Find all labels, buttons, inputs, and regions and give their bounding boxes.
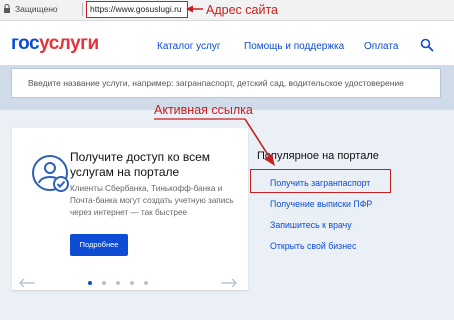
page: Защищено https://www.gosuslugi.ru госусл… — [0, 0, 454, 320]
popular-link-business[interactable]: Открыть свой бизнес — [270, 241, 356, 251]
promo-card: Получите доступ ко всем услугам на порта… — [12, 128, 248, 290]
promo-title: Получите доступ ко всем услугам на порта… — [70, 150, 211, 179]
carousel-next-arrow-icon[interactable] — [220, 277, 238, 289]
lock-icon — [4, 4, 10, 13]
logo-part-gos: гос — [11, 33, 40, 54]
site-header: госуслуги Каталог услуг Помощь и поддерж… — [0, 21, 454, 65]
url-text: https://www.gosuslugi.ru — [90, 4, 182, 14]
popular-link-pfr[interactable]: Получение выписки ПФР — [270, 199, 372, 209]
carousel-dot[interactable] — [116, 281, 120, 285]
search-placeholder: Введите название услуги, например: загра… — [28, 78, 404, 88]
secure-label: Защищено — [15, 4, 58, 14]
nav-payment-link[interactable]: Оплата — [364, 41, 398, 52]
promo-text: Клиенты Сбербанка, Тинькофф-банка и Почт… — [70, 184, 234, 217]
active-link-highlight-box — [250, 169, 391, 193]
address-annotation-label: Адрес сайта — [206, 3, 278, 17]
carousel-dot[interactable] — [144, 281, 148, 285]
user-check-icon — [32, 155, 69, 192]
url-field[interactable]: https://www.gosuslugi.ru — [86, 1, 188, 18]
site-logo[interactable]: госуслуги — [11, 33, 99, 55]
popular-link-doctor[interactable]: Запишитесь к врачу — [270, 220, 352, 230]
nav-help-link[interactable]: Помощь и поддержка — [244, 41, 344, 52]
popular-title: Популярное на портале — [257, 150, 379, 162]
search-icon[interactable] — [420, 38, 434, 52]
logo-part-uslugi: услуги — [39, 33, 99, 54]
carousel-dot[interactable] — [88, 281, 92, 285]
carousel-dot[interactable] — [102, 281, 106, 285]
active-link-annotation-label: Активная ссылка — [154, 103, 253, 117]
carousel-dots — [88, 281, 148, 287]
address-separator — [82, 3, 83, 16]
nav-catalog-link[interactable]: Каталог услуг — [157, 41, 221, 52]
carousel-dot[interactable] — [130, 281, 134, 285]
search-input[interactable]: Введите название услуги, например: загра… — [11, 68, 441, 98]
details-button[interactable]: Подробнее — [70, 234, 128, 256]
carousel-prev-arrow-icon[interactable] — [18, 277, 36, 289]
